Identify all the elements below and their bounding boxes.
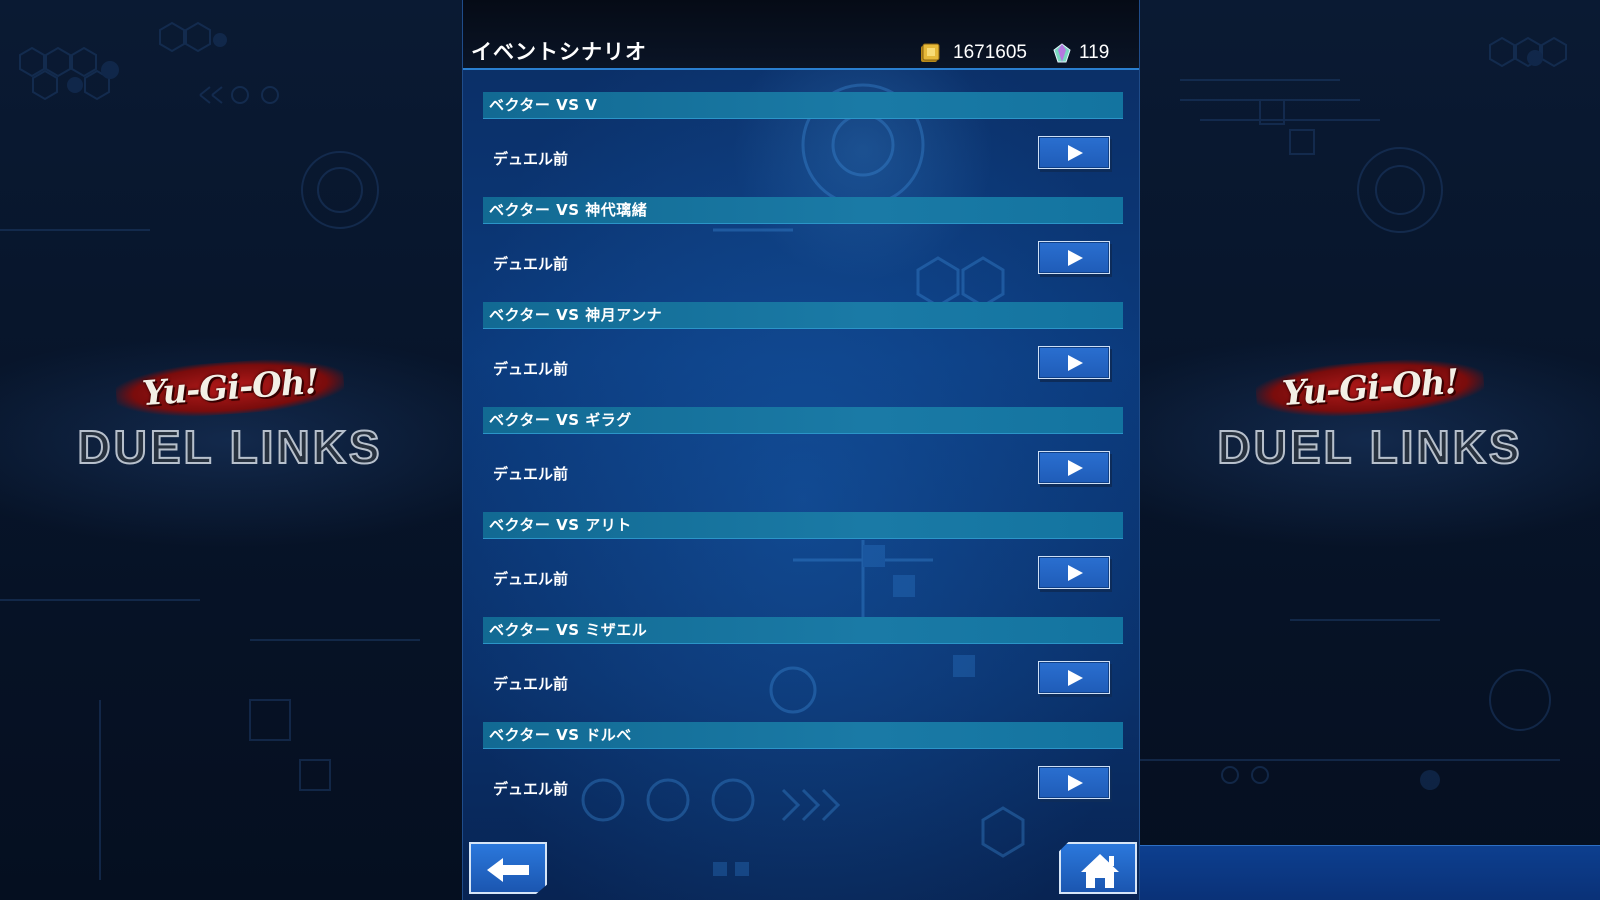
scenario-subtitle: デュエル前 (493, 150, 569, 168)
gold-amount: 1671605 (953, 42, 1027, 63)
scenario-list: ベクター VS V デュエル前 ベクター VS 神代璃緒 デュエル前 ベクター … (483, 92, 1123, 827)
scenario-title: ベクター VS V (483, 92, 1123, 119)
scenario-subtitle: デュエル前 (493, 675, 569, 693)
play-icon (1068, 460, 1083, 476)
gem-amount: 119 (1079, 42, 1110, 63)
logo-yugioh-text: Yu-Gi-Oh! (114, 354, 346, 422)
event-scenario-panel: イベントシナリオ 1671605 119 ベクター VS V デュエル前 ベクタ… (462, 0, 1140, 900)
home-button[interactable] (1059, 842, 1137, 894)
play-icon (1068, 565, 1083, 581)
scenario-title: ベクター VS ミザエル (483, 617, 1123, 644)
play-button[interactable] (1038, 661, 1110, 694)
game-logo-left: Yu-Gi-Oh! DUEL LINKS (60, 354, 400, 532)
scenario-subtitle: デュエル前 (493, 360, 569, 378)
gem-icon (1053, 43, 1071, 63)
scenario-item: ベクター VS V デュエル前 (483, 92, 1123, 197)
scenario-subtitle: デュエル前 (493, 255, 569, 273)
game-screen: Yu-Gi-Oh! DUEL LINKS Yu-Gi-Oh! DUEL LINK… (0, 0, 1600, 900)
scenario-title: ベクター VS 神月アンナ (483, 302, 1123, 329)
home-icon (1081, 854, 1119, 888)
scenario-item: ベクター VS 神代璃緒 デュエル前 (483, 197, 1123, 302)
gem-counter: 119 (1053, 40, 1109, 66)
gold-counter: 1671605 (919, 40, 1027, 66)
scenario-title: ベクター VS ドルベ (483, 722, 1123, 749)
play-button[interactable] (1038, 136, 1110, 169)
logo-duel-links-text: DUEL LINKS (1216, 420, 1523, 474)
play-button[interactable] (1038, 556, 1110, 589)
scenario-item: ベクター VS ドルベ デュエル前 (483, 722, 1123, 827)
scenario-item: ベクター VS アリト デュエル前 (483, 512, 1123, 617)
scenario-item: ベクター VS ギラグ デュエル前 (483, 407, 1123, 512)
game-logo-right: Yu-Gi-Oh! DUEL LINKS (1200, 354, 1540, 532)
top-bar: イベントシナリオ 1671605 119 (463, 0, 1139, 70)
play-button[interactable] (1038, 346, 1110, 379)
scenario-title: ベクター VS アリト (483, 512, 1123, 539)
play-icon (1068, 775, 1083, 791)
scenario-subtitle: デュエル前 (493, 570, 569, 588)
logo-yugioh-text: Yu-Gi-Oh! (1254, 354, 1486, 422)
scenario-subtitle: デュエル前 (493, 780, 569, 798)
gold-coin-icon (921, 43, 940, 62)
back-button[interactable] (469, 842, 547, 894)
logo-duel-links-text: DUEL LINKS (76, 420, 383, 474)
play-icon (1068, 670, 1083, 686)
page-title: イベントシナリオ (471, 40, 647, 64)
scenario-item: ベクター VS 神月アンナ デュエル前 (483, 302, 1123, 407)
play-button[interactable] (1038, 766, 1110, 799)
play-button[interactable] (1038, 241, 1110, 274)
scenario-title: ベクター VS ギラグ (483, 407, 1123, 434)
play-button[interactable] (1038, 451, 1110, 484)
scenario-item: ベクター VS ミザエル デュエル前 (483, 617, 1123, 722)
scenario-title: ベクター VS 神代璃緒 (483, 197, 1123, 224)
scenario-subtitle: デュエル前 (493, 465, 569, 483)
back-arrow-icon (487, 858, 529, 882)
play-icon (1068, 145, 1083, 161)
bottom-right-bar (1140, 845, 1600, 900)
play-icon (1068, 355, 1083, 371)
play-icon (1068, 250, 1083, 266)
